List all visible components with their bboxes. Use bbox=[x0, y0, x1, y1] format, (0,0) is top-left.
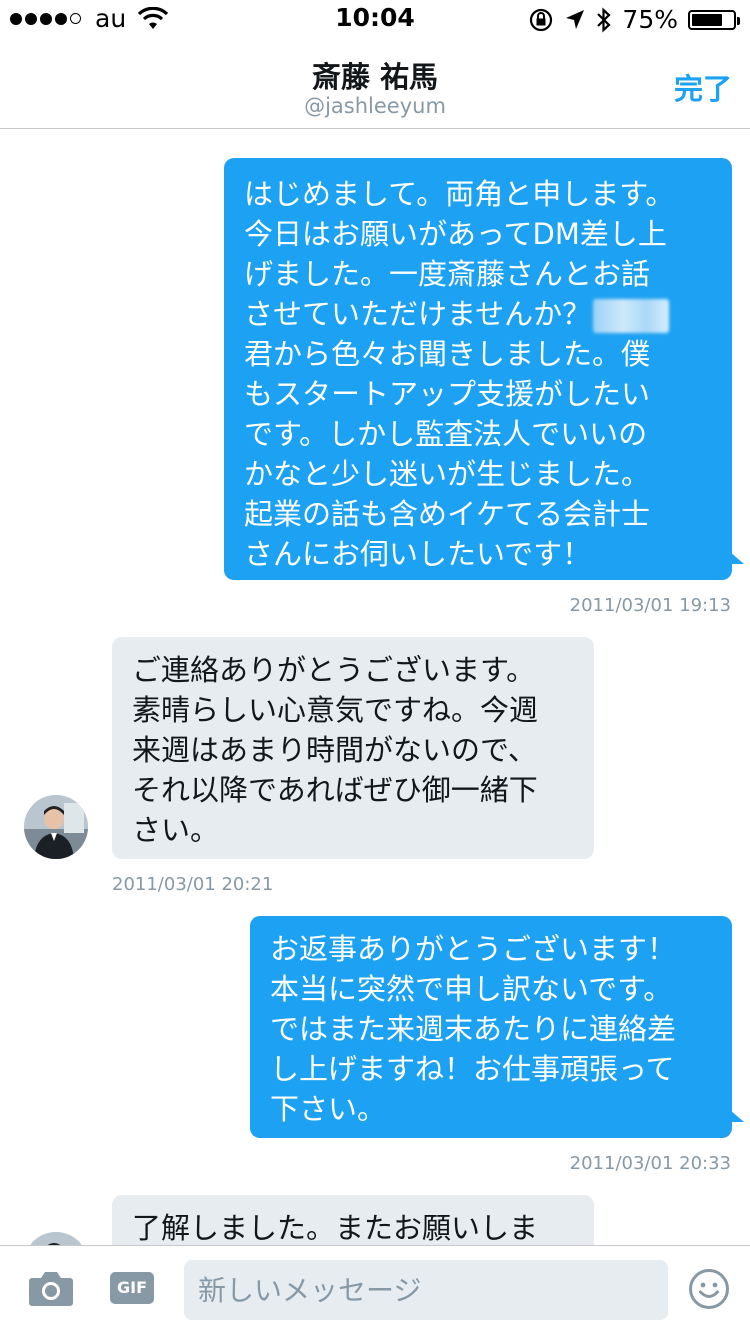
compose-bar: GIF bbox=[0, 1245, 750, 1335]
battery-icon bbox=[688, 9, 740, 30]
message-line: もスタートアップ支援がしたい bbox=[244, 377, 651, 411]
sent-message-bubble[interactable]: はじめまして。両角と申します。 今日はお願いがあってDM差し上 げました。一度斎… bbox=[224, 158, 732, 580]
message-thread[interactable]: はじめまして。両角と申します。 今日はお願いがあってDM差し上 げました。一度斎… bbox=[0, 129, 750, 1245]
message-timestamp: 2011/03/01 19:13 bbox=[569, 595, 731, 616]
new-message-input[interactable] bbox=[184, 1260, 668, 1320]
message-timestamp: 2011/03/01 20:33 bbox=[569, 1153, 731, 1174]
contact-name: 斎藤 祐馬 bbox=[311, 60, 439, 94]
redacted-name bbox=[593, 299, 670, 333]
message-line: さい。 bbox=[132, 813, 220, 847]
message-line: はじめまして。両角と申します。 bbox=[244, 177, 675, 211]
message-line: それ以降であればぜひ御一緒下 bbox=[132, 773, 538, 807]
message-line: させていただけませんか？ bbox=[244, 297, 592, 331]
message-line: 来週はあまり時間がないので、 bbox=[132, 733, 537, 767]
done-button[interactable]: 完了 bbox=[674, 66, 732, 108]
received-message-bubble[interactable]: ご連絡ありがとうございます。 素晴らしい心意気ですね。今週 来週はあまり時間がな… bbox=[112, 637, 594, 859]
message-line: させていただけませんか？ bbox=[244, 294, 712, 334]
message-line: げました。一度斎藤さんとお話 bbox=[244, 257, 651, 291]
conversation-header: 斎藤 祐馬 @jashleeyum 完了 bbox=[0, 40, 750, 129]
message-line: 素晴らしい心意気ですね。今週 bbox=[132, 693, 539, 727]
status-bar: au 10:04 75% bbox=[0, 0, 750, 40]
gif-button[interactable]: GIF bbox=[110, 1272, 154, 1304]
battery-percent: 75% bbox=[622, 5, 678, 34]
message-line: 君から色々お聞きしました。僕 bbox=[244, 337, 651, 371]
message-line: し上げますね！お仕事頑張って bbox=[270, 1052, 675, 1086]
rotation-lock-icon bbox=[530, 8, 553, 31]
message-line: です。しかし監査法人でいいの bbox=[244, 417, 648, 451]
message-line: 了解しました。またお願いしま bbox=[132, 1211, 539, 1245]
contact-avatar[interactable] bbox=[24, 1232, 88, 1245]
bluetooth-icon bbox=[597, 7, 612, 32]
camera-icon[interactable] bbox=[28, 1268, 74, 1308]
message-timestamp: 2011/03/01 20:21 bbox=[112, 874, 274, 895]
received-message-bubble[interactable]: 了解しました。またお願いしま bbox=[112, 1195, 594, 1245]
location-arrow-icon bbox=[566, 9, 585, 29]
message-line: お返事ありがとうございます！ bbox=[270, 932, 677, 966]
message-line: さんにお伺いしたいです！ bbox=[244, 537, 592, 571]
sent-message-bubble[interactable]: お返事ありがとうございます！ 本当に突然で申し訳ないです。 ではまた来週末あたり… bbox=[250, 916, 732, 1138]
message-line: 起業の話も含めイケてる会計士 bbox=[244, 497, 651, 531]
message-line: 本当に突然で申し訳ないです。 bbox=[270, 972, 673, 1006]
message-line: ではまた来週末あたりに連絡差 bbox=[270, 1012, 677, 1046]
contact-avatar[interactable] bbox=[24, 795, 88, 859]
bubble-tail bbox=[730, 1110, 744, 1122]
message-line: ご連絡ありがとうございます。 bbox=[132, 653, 536, 687]
bubble-tail bbox=[730, 552, 744, 564]
contact-handle: @jashleeyum bbox=[304, 94, 446, 118]
message-line: かなと少し迷いが生じました。 bbox=[244, 457, 651, 491]
message-line: 下さい。 bbox=[270, 1092, 387, 1126]
message-line: 今日はお願いがあってDM差し上 bbox=[244, 217, 667, 251]
emoji-icon[interactable] bbox=[688, 1268, 730, 1310]
